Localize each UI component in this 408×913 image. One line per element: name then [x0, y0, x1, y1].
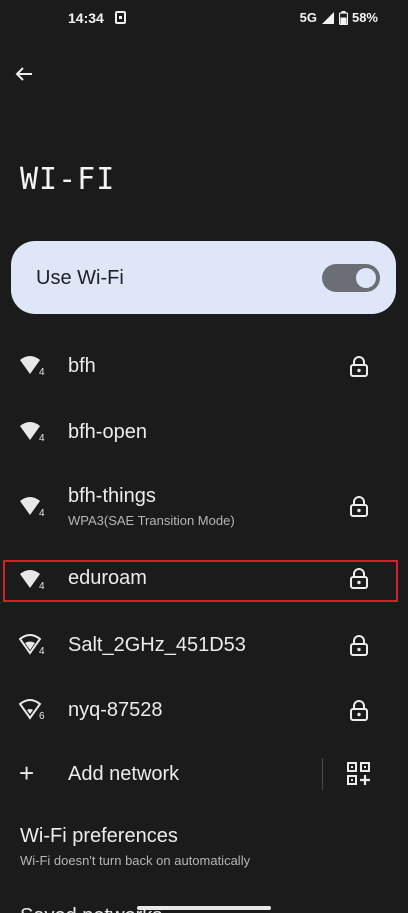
- svg-text:6: 6: [39, 711, 45, 722]
- status-time: 14:34: [68, 10, 104, 26]
- status-bar: 14:34 5G 58%: [0, 0, 408, 38]
- wifi-preferences-title: Wi-Fi preferences: [20, 825, 178, 847]
- wifi-4-icon: 4: [18, 354, 48, 378]
- page-title: WI-FI: [20, 162, 116, 197]
- lock-icon: [350, 700, 368, 721]
- use-wifi-label: Use Wi-Fi: [36, 267, 124, 289]
- wifi-4-icon: 4: [18, 495, 48, 519]
- svg-text:4: 4: [39, 367, 45, 378]
- back-button[interactable]: [10, 60, 38, 88]
- add-network-label: Add network: [68, 763, 180, 785]
- network-name: nyq-87528: [68, 699, 163, 721]
- lock-icon: [350, 356, 368, 377]
- network-item[interactable]: 4 bfh-things WPA3(SAE Transition Mode): [0, 478, 408, 542]
- battery-icon: [338, 10, 348, 25]
- use-wifi-toggle[interactable]: [322, 264, 380, 292]
- network-name: Salt_2GHz_451D53: [68, 634, 246, 656]
- network-item[interactable]: 4 bfh-open: [0, 404, 408, 460]
- network-item[interactable]: 4 Salt_2GHz_451D53: [0, 617, 408, 673]
- signal-icon: [321, 11, 334, 24]
- add-network-button[interactable]: + Add network: [0, 750, 320, 798]
- arrow-back-icon: [15, 67, 32, 81]
- wifi-preferences-subtitle: Wi-Fi doesn't turn back on automatically: [20, 853, 251, 868]
- lock-icon: [350, 635, 368, 656]
- home-indicator[interactable]: [137, 906, 271, 910]
- network-item[interactable]: 4 bfh: [0, 338, 408, 394]
- network-name: bfh: [68, 355, 96, 377]
- wifi-4-icon: 4: [18, 633, 48, 657]
- network-type: 5G: [299, 10, 317, 25]
- svg-text:4: 4: [39, 433, 45, 444]
- network-security: WPA3(SAE Transition Mode): [68, 513, 235, 528]
- network-name: bfh-open: [68, 421, 147, 443]
- network-name: bfh-things: [68, 485, 156, 507]
- toggle-knob: [356, 268, 376, 288]
- network-item[interactable]: 6 nyq-87528: [0, 682, 408, 738]
- qr-scan-button[interactable]: [346, 761, 372, 787]
- wifi-4-icon: 4: [18, 420, 48, 444]
- lock-icon: [350, 496, 368, 517]
- qr-code-icon: [347, 762, 370, 785]
- status-indicators: 5G 58%: [300, 10, 378, 25]
- plus-icon: +: [19, 758, 35, 788]
- svg-text:4: 4: [39, 508, 45, 519]
- wifi-6-icon: 6: [18, 698, 48, 722]
- divider: [322, 758, 323, 790]
- svg-text:4: 4: [39, 646, 45, 657]
- highlight-box: [3, 560, 398, 602]
- battery-percent: 58%: [351, 10, 378, 25]
- notification-icon: [115, 11, 126, 24]
